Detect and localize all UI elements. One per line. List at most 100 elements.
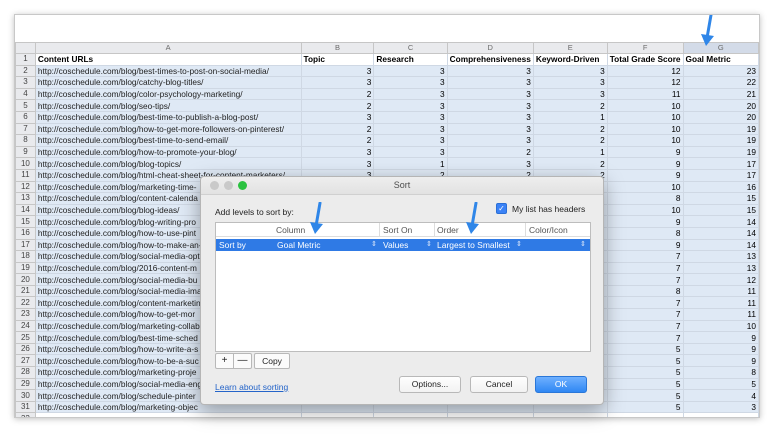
score-cell-g[interactable]: 11 [682,308,759,321]
minimize-window-icon[interactable] [224,181,233,190]
row-header[interactable]: 29 [15,377,36,391]
score-cell-g[interactable]: 11 [682,284,759,298]
score-cell-c[interactable]: 3 [373,87,448,101]
checkbox-checked-icon[interactable]: ✓ [496,203,507,214]
score-cell-d[interactable]: 2 [446,145,534,159]
column-header-f[interactable]: F [606,42,684,54]
row-header[interactable]: 4 [15,87,36,101]
score-cell-g[interactable]: 12 [682,273,759,286]
score-cell-g[interactable]: 8 [682,366,759,379]
url-cell[interactable]: http://coschedule.com/blog/blog-topics/ [34,157,302,170]
zoom-window-icon[interactable] [238,181,247,190]
score-cell-f[interactable]: 8 [606,192,684,205]
url-cell[interactable]: http://coschedule.com/blog/color-psychol… [34,87,302,101]
score-cell-g[interactable]: 19 [682,134,759,147]
score-cell-f[interactable]: 7 [606,250,684,263]
empty-cell[interactable] [682,412,759,417]
header-cell-topic[interactable]: Topic [300,53,375,66]
url-cell[interactable]: http://coschedule.com/blog/best-time-to-… [34,110,302,124]
header-cell-research[interactable]: Research [373,53,448,66]
score-cell-g[interactable]: 9 [682,331,759,344]
row-header[interactable]: 20 [15,273,36,286]
score-cell-f[interactable]: 10 [606,99,684,112]
row-header[interactable]: 28 [15,366,36,379]
sort-level-row[interactable]: Sort by Goal Metric ⇕ Values ⇕ Largest t… [216,239,590,251]
score-cell-g[interactable]: 16 [682,180,759,194]
score-cell-d[interactable]: 3 [446,87,534,101]
score-cell-g[interactable]: 23 [682,64,759,78]
remove-level-button[interactable]: — [234,354,251,368]
score-cell-f[interactable]: 5 [606,366,684,379]
score-cell-d[interactable]: 3 [446,157,534,170]
dialog-title-bar[interactable]: Sort [201,177,603,195]
score-cell-e[interactable]: 3 [532,87,608,101]
score-cell-g[interactable]: 9 [682,354,759,368]
url-cell[interactable]: http://coschedule.com/blog/best-times-to… [34,64,302,78]
url-cell[interactable]: http://coschedule.com/blog/catchy-blog-t… [34,76,302,89]
score-cell-f[interactable]: 5 [606,389,684,402]
score-cell-g[interactable]: 10 [682,319,759,333]
row-header[interactable]: 1 [15,53,36,66]
row-header[interactable]: 26 [15,342,36,356]
score-cell-b[interactable]: 2 [300,99,375,112]
row-header[interactable]: 17 [15,238,36,252]
sort-column-select[interactable]: Goal Metric [277,240,320,250]
score-cell-d[interactable]: 3 [446,110,534,124]
score-cell-g[interactable]: 13 [682,261,759,275]
score-cell-f[interactable]: 5 [606,342,684,356]
score-cell-d[interactable]: 3 [446,134,534,147]
score-cell-d[interactable]: 3 [446,122,534,136]
score-cell-f[interactable]: 5 [606,400,684,414]
order-select[interactable]: Largest to Smallest [437,240,510,250]
url-cell[interactable]: http://coschedule.com/blog/how-to-promot… [34,145,302,159]
row-header[interactable]: 11 [15,168,36,182]
score-cell-g[interactable]: 11 [682,296,759,310]
score-cell-f[interactable]: 7 [606,319,684,333]
row-header[interactable]: 8 [15,134,36,147]
score-cell-f[interactable]: 7 [606,308,684,321]
score-cell-d[interactable]: 3 [446,64,534,78]
score-cell-e[interactable]: 3 [532,76,608,89]
score-cell-f[interactable]: 9 [606,145,684,159]
column-header-e[interactable]: E [532,42,608,54]
score-cell-b[interactable]: 3 [300,157,375,170]
empty-cell[interactable] [300,412,375,417]
score-cell-f[interactable]: 12 [606,76,684,89]
score-cell-b[interactable]: 2 [300,122,375,136]
score-cell-c[interactable]: 3 [373,110,448,124]
row-header[interactable]: 32 [15,412,36,417]
row-header[interactable]: 19 [15,261,36,275]
score-cell-f[interactable]: 9 [606,215,684,228]
row-header[interactable]: 2 [15,64,36,78]
row-header[interactable]: 15 [15,215,36,228]
score-cell-g[interactable]: 22 [682,76,759,89]
empty-cell[interactable] [606,412,684,417]
row-header[interactable]: 27 [15,354,36,368]
copy-level-button[interactable]: Copy [254,353,290,369]
score-cell-e[interactable]: 2 [532,122,608,136]
score-cell-f[interactable]: 10 [606,203,684,217]
header-cell-goal-metric[interactable]: Goal Metric [682,53,759,66]
score-cell-g[interactable]: 21 [682,87,759,101]
score-cell-f[interactable]: 9 [606,157,684,170]
score-cell-f[interactable]: 10 [606,180,684,194]
score-cell-f[interactable]: 10 [606,122,684,136]
add-level-button[interactable]: + [216,354,234,368]
ok-button[interactable]: OK [535,376,587,393]
my-list-has-headers-checkbox[interactable]: ✓ My list has headers [496,203,585,214]
score-cell-g[interactable]: 9 [682,342,759,356]
score-cell-c[interactable]: 3 [373,145,448,159]
cancel-button[interactable]: Cancel [470,376,528,393]
score-cell-g[interactable]: 4 [682,389,759,402]
score-cell-f[interactable]: 5 [606,377,684,391]
score-cell-g[interactable]: 17 [682,168,759,182]
score-cell-g[interactable]: 15 [682,203,759,217]
score-cell-e[interactable]: 1 [532,110,608,124]
empty-cell[interactable] [34,412,302,417]
score-cell-g[interactable]: 14 [682,238,759,252]
score-cell-b[interactable]: 3 [300,76,375,89]
row-header[interactable]: 6 [15,110,36,124]
sort-on-select[interactable]: Values [383,240,408,250]
row-header[interactable]: 13 [15,192,36,205]
row-header[interactable]: 22 [15,296,36,310]
